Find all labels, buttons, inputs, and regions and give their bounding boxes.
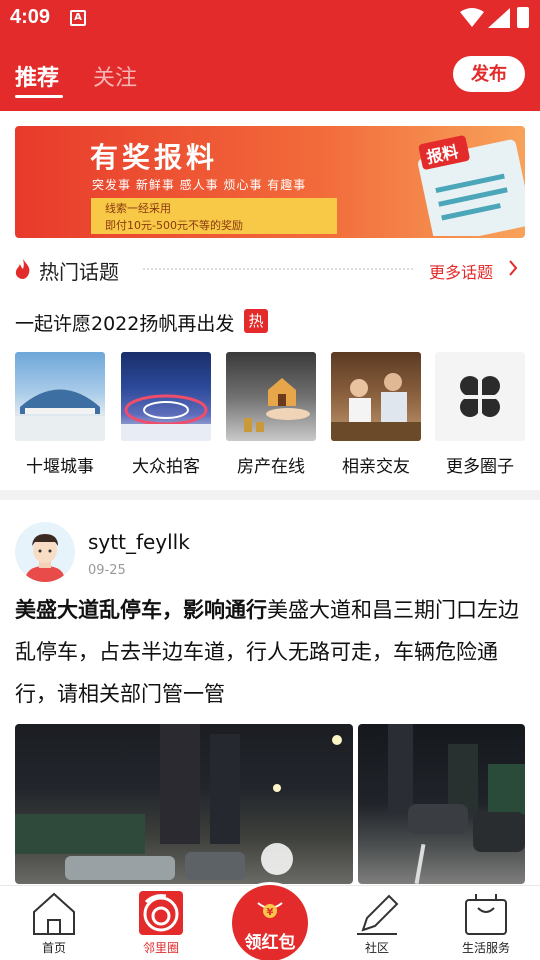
night-interchange-photo	[121, 352, 211, 441]
circle-label: 大众拍客	[132, 457, 200, 477]
shopping-bag-icon	[465, 894, 507, 935]
newspaper-illustration: 报料	[418, 135, 525, 236]
active-tab-indicator	[15, 95, 63, 98]
post-date: 09-25	[88, 563, 126, 578]
circle-label: 相亲交友	[342, 457, 410, 477]
nav-label: 社区	[364, 941, 389, 955]
currency-symbol: ¥	[267, 907, 274, 918]
circle-label: 房产在线	[237, 457, 305, 477]
more-topics-link[interactable]: 更多话题	[429, 259, 493, 283]
red-packet-button[interactable]: ¥ 领红包	[232, 885, 308, 960]
publish-button[interactable]: 发布	[453, 56, 525, 92]
tab-recommend[interactable]: 推荐	[15, 60, 59, 92]
nav-label: 邻里圈	[142, 941, 179, 955]
city-square-photo	[15, 352, 105, 441]
status-time: 4:09	[10, 6, 51, 28]
tab-follow[interactable]: 关注	[93, 60, 137, 92]
battery-icon	[517, 7, 529, 28]
circle-item[interactable]: 房产在线	[226, 352, 316, 477]
hot-badge: 热	[244, 309, 268, 333]
house-model-photo	[226, 352, 316, 441]
circle-item[interactable]: 十堰城事	[15, 352, 105, 477]
banner-note-line1: 线索一经采用	[105, 202, 171, 215]
cafe-couple-photo	[331, 352, 421, 441]
section-separator	[0, 490, 540, 500]
wifi-icon	[460, 8, 484, 27]
circle-item[interactable]: 更多圈子	[435, 352, 525, 477]
banner-reward-note: 线索一经采用 即付10元-500元不等的奖励	[91, 198, 337, 234]
home-icon	[33, 892, 75, 935]
username[interactable]: sytt_feyllk	[88, 530, 190, 554]
hot-topics-title: 热门话题	[39, 260, 119, 284]
circle-list: 十堰城事 大众拍客 房产在线 相亲交友 更多圈子	[0, 352, 540, 482]
nav-label: 生活服务	[461, 941, 510, 955]
red-envelope-icon: ¥	[257, 902, 283, 918]
circle-label: 十堰城事	[26, 457, 94, 477]
notification-a-icon: A	[70, 10, 86, 26]
banner-title: 有奖报料	[90, 142, 219, 173]
app-header: 4:09 A 推荐 关注 发布	[0, 0, 540, 111]
post-content[interactable]: 美盛大道乱停车，影响通行美盛大道和昌三期门口左边乱停车，占去半边车道，行人无路可…	[15, 589, 530, 715]
chevron-right-icon[interactable]	[508, 260, 518, 276]
tip-off-banner[interactable]: 有奖报料 突发事 新鲜事 感人事 烦心事 有趣事 线索一经采用 即付10元-50…	[15, 126, 525, 238]
red-packet-label: 领红包	[244, 933, 296, 953]
neighbor-circle-icon	[139, 891, 183, 935]
circle-item[interactable]: 相亲交友	[331, 352, 421, 477]
nav-label: 首页	[41, 941, 66, 955]
post-headline: 美盛大道乱停车，影响通行	[15, 598, 267, 622]
topic-title[interactable]: 一起许愿2022扬帆再出发	[15, 309, 234, 336]
avatar[interactable]	[15, 522, 75, 582]
banner-note-line2: 即付10元-500元不等的奖励	[105, 219, 243, 232]
banner-tags: 突发事 新鲜事 感人事 烦心事 有趣事	[92, 178, 307, 192]
four-leaf-icon	[435, 352, 525, 441]
flame-icon	[15, 259, 30, 279]
post-photo[interactable]	[358, 724, 525, 884]
signal-icon	[488, 8, 510, 28]
circle-label: 更多圈子	[446, 457, 514, 477]
section-divider	[143, 268, 413, 270]
post-photo[interactable]	[15, 724, 353, 884]
pen-icon	[357, 894, 399, 935]
circle-item[interactable]: 大众拍客	[121, 352, 211, 477]
status-bar: 4:09 A	[0, 0, 540, 36]
